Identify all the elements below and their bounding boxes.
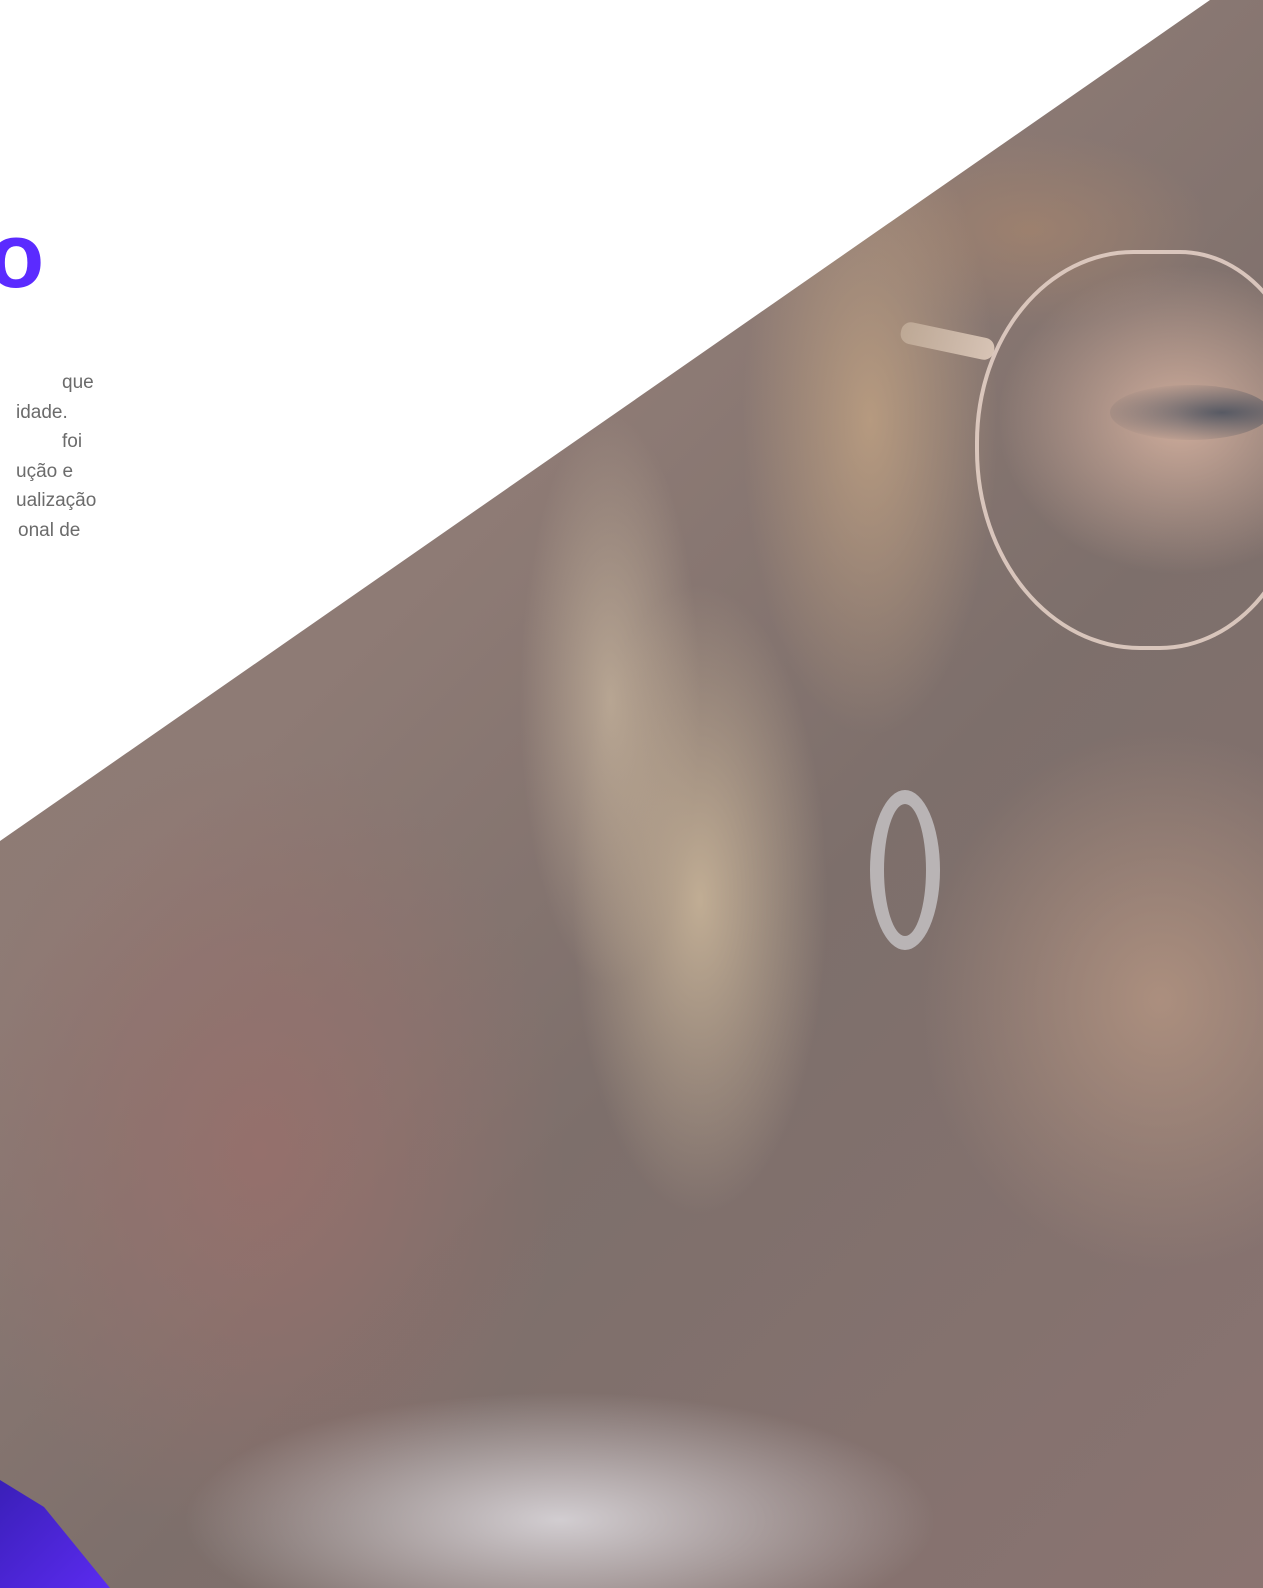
- hero-headline: o: [0, 205, 45, 307]
- paragraph-line: onal de: [18, 519, 81, 541]
- paragraph-line: foi: [62, 431, 83, 452]
- hero-paragraph: que idade. foi ução e ualização onal de: [0, 368, 120, 545]
- paragraph-line: idade.: [16, 401, 68, 423]
- paragraph-line: que: [62, 372, 94, 393]
- eye: [1110, 385, 1263, 440]
- paragraph-line: ução e: [16, 460, 74, 482]
- paragraph-line: ualização: [16, 490, 97, 511]
- hero-photo: [0, 0, 1263, 1588]
- page: o que idade. foi ução e ualização onal d…: [0, 0, 1263, 1588]
- earring: [870, 790, 940, 950]
